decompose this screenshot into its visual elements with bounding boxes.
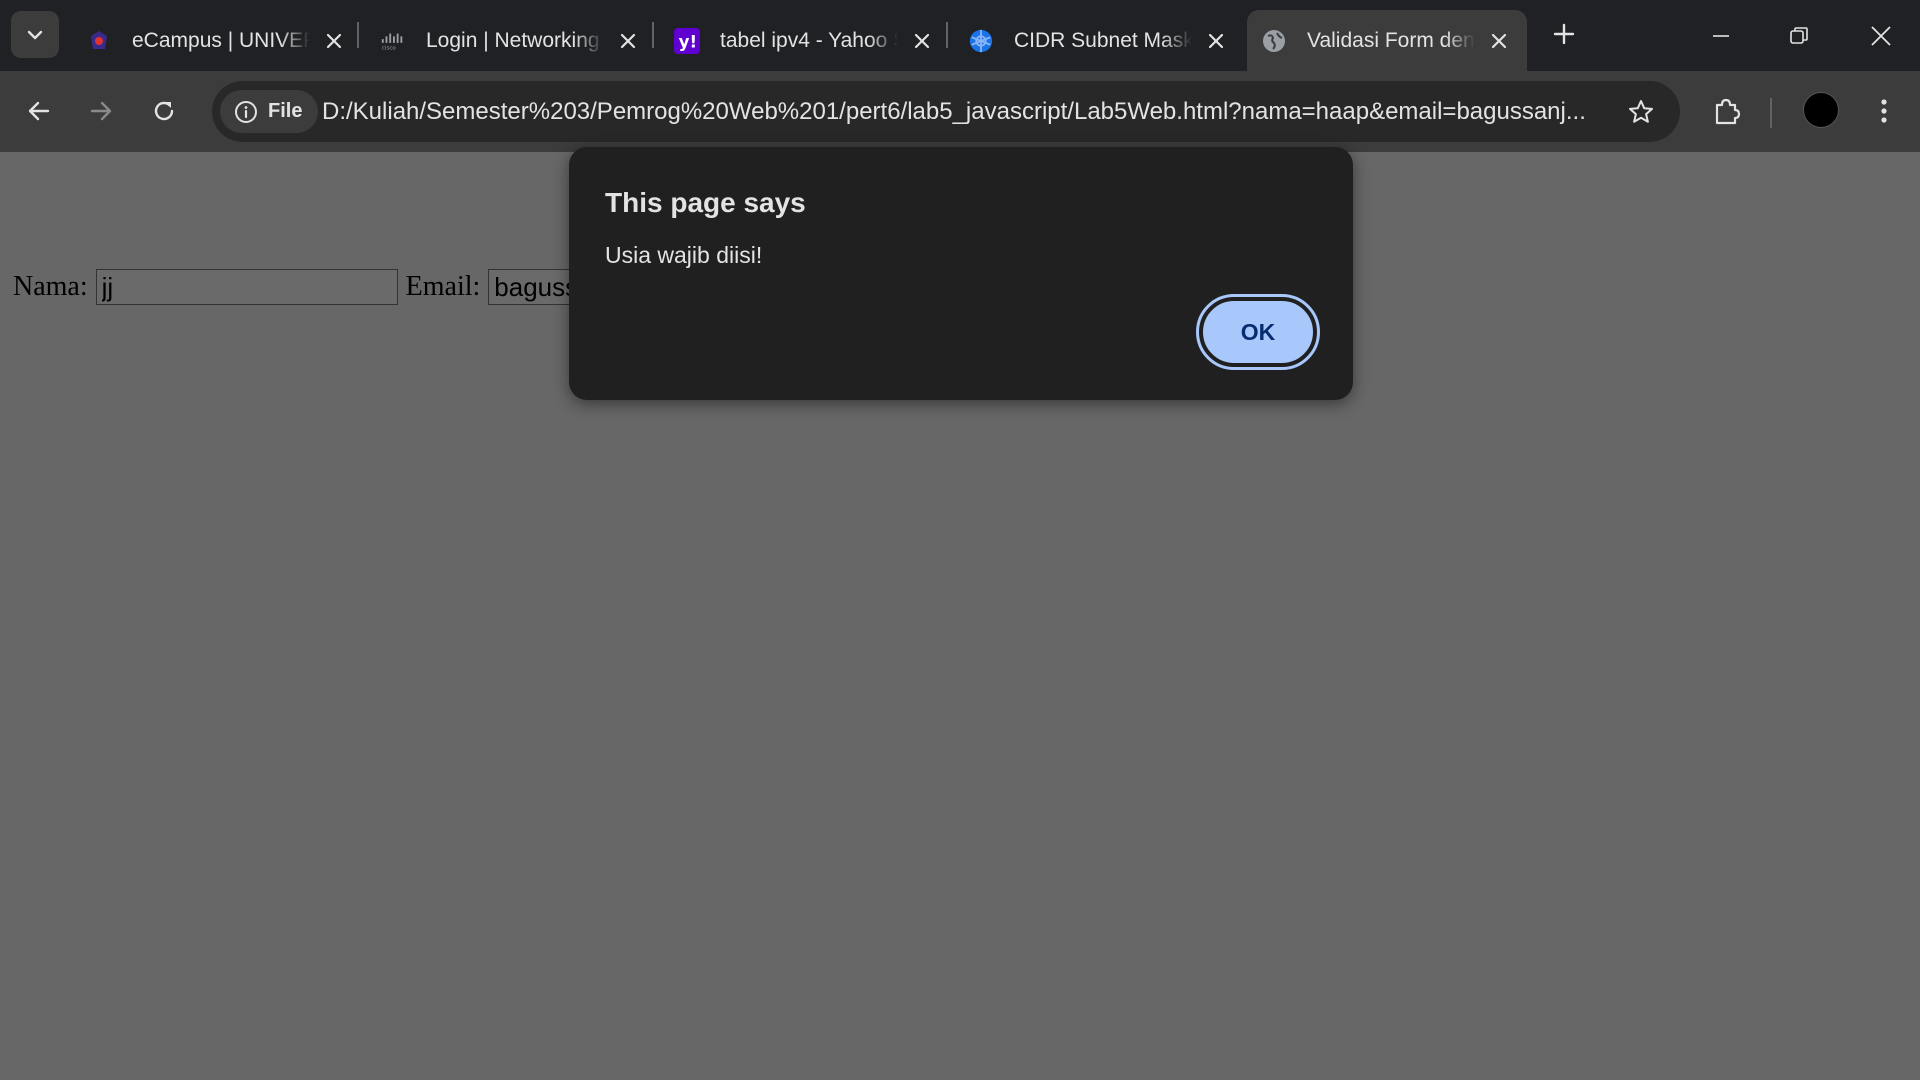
- forward-button[interactable]: [79, 89, 123, 133]
- tab-search-button[interactable]: [11, 11, 59, 58]
- restore-icon: [1790, 26, 1808, 44]
- cisco-logo-icon: cisco: [380, 28, 406, 54]
- tab-title: tabel ipv4 - Yahoo Search: [720, 28, 898, 53]
- tab-title: eCampus | UNIVERSITAS: [132, 28, 310, 53]
- arrow-left-icon: [28, 101, 50, 121]
- url-text[interactable]: D:/Kuliah/Semester%203/Pemrog%20Web%201/…: [322, 81, 1622, 142]
- university-logo-icon: [86, 28, 112, 54]
- globe-network-icon: [968, 28, 994, 54]
- minimize-button[interactable]: [1682, 0, 1760, 71]
- menu-button[interactable]: [1862, 89, 1906, 133]
- profile-avatar[interactable]: [1803, 92, 1839, 128]
- svg-text:cisco: cisco: [382, 45, 397, 51]
- back-button[interactable]: [17, 89, 61, 133]
- toolbar-divider: [1770, 98, 1772, 128]
- tab-ecampus[interactable]: eCampus | UNIVERSITAS: [72, 10, 362, 71]
- tab-separator: [357, 22, 359, 48]
- site-info-chip[interactable]: File: [220, 90, 318, 133]
- tab-separator: [946, 22, 948, 48]
- tab-title: CIDR Subnet Mask: [1014, 28, 1192, 53]
- nama-input[interactable]: [95, 269, 398, 305]
- tab-yahoo-search[interactable]: y! tabel ipv4 - Yahoo Search: [660, 10, 950, 71]
- globe-icon: [1261, 28, 1287, 54]
- nama-label: Nama:: [13, 271, 88, 302]
- ok-button[interactable]: OK: [1196, 294, 1320, 370]
- tab-cidr-subnet-mask[interactable]: CIDR Subnet Mask: [954, 10, 1244, 71]
- dialog-message: Usia wajib diisi!: [605, 242, 763, 268]
- tab-separator: [652, 22, 654, 48]
- restore-button[interactable]: [1760, 0, 1838, 71]
- minimize-icon: [1713, 34, 1729, 37]
- close-icon: [1871, 25, 1891, 46]
- tab-title: Login | Networking Academy: [426, 28, 604, 53]
- extensions-button[interactable]: [1704, 89, 1748, 133]
- plus-icon: [1553, 23, 1575, 45]
- tab-strip: eCampus | UNIVERSITAS cisco Login | Netw…: [0, 0, 1920, 71]
- star-icon: [1629, 100, 1653, 123]
- close-icon[interactable]: [1202, 27, 1230, 55]
- email-label: Email:: [405, 271, 481, 302]
- browser-toolbar: File D:/Kuliah/Semester%203/Pemrog%20Web…: [0, 71, 1920, 152]
- puzzle-piece-icon: [1715, 98, 1741, 125]
- svg-text:y!: y!: [679, 31, 698, 51]
- file-label: File: [268, 100, 303, 122]
- tab-title: Validasi Form dengan JavaScript: [1307, 28, 1475, 53]
- arrow-right-icon: [90, 101, 112, 121]
- bookmark-star-button[interactable]: [1624, 95, 1658, 129]
- alert-dialog: This page says Usia wajib diisi! OK: [569, 147, 1353, 400]
- close-icon[interactable]: [908, 27, 936, 55]
- tab-networking-academy[interactable]: cisco Login | Networking Academy: [366, 10, 656, 71]
- more-vertical-icon: [1881, 99, 1887, 123]
- reload-icon: [154, 101, 174, 121]
- close-icon[interactable]: [1485, 27, 1513, 55]
- address-bar[interactable]: File D:/Kuliah/Semester%203/Pemrog%20Web…: [212, 81, 1680, 142]
- dialog-title: This page says: [605, 187, 806, 218]
- new-tab-button[interactable]: [1546, 16, 1582, 52]
- tab-validasi-form[interactable]: Validasi Form dengan JavaScript: [1247, 10, 1527, 71]
- yahoo-logo-icon: y!: [674, 27, 700, 54]
- info-icon: [235, 100, 257, 123]
- chevron-down-icon: [27, 30, 43, 39]
- close-icon[interactable]: [320, 27, 348, 55]
- close-window-button[interactable]: [1842, 0, 1920, 71]
- reload-button[interactable]: [142, 89, 186, 133]
- close-icon[interactable]: [614, 27, 642, 55]
